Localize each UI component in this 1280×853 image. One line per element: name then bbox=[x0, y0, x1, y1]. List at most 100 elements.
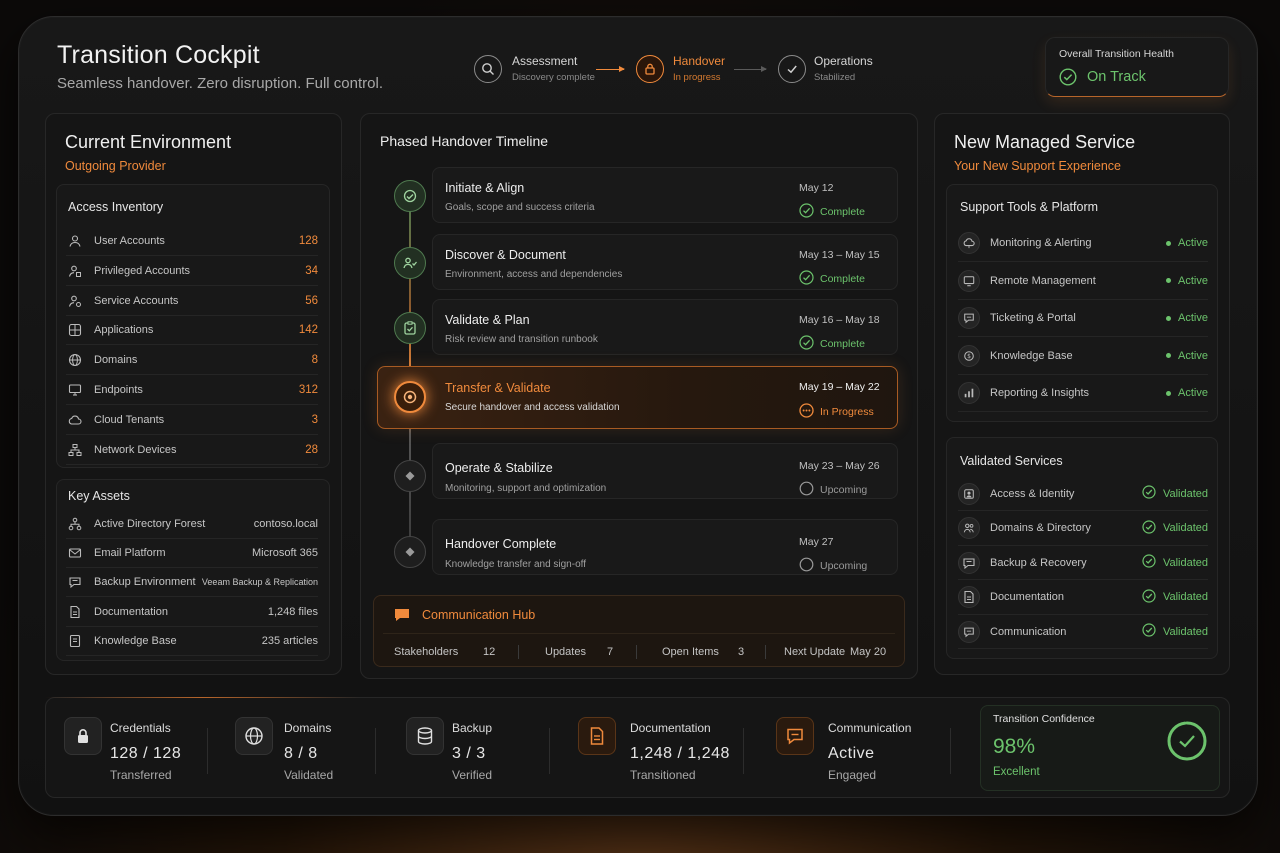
stepper-operations[interactable] bbox=[778, 55, 806, 83]
stat-icon-box bbox=[64, 717, 102, 755]
timeline-phase-card[interactable]: Handover Complete Knowledge transfer and … bbox=[432, 519, 898, 575]
check-circle-icon bbox=[1142, 554, 1156, 571]
status-badge: Active bbox=[1166, 237, 1208, 249]
inventory-label: Domains bbox=[94, 354, 138, 367]
hub-updates-value: 7 bbox=[607, 646, 614, 658]
inventory-row[interactable]: User Accounts 128 bbox=[66, 227, 318, 256]
lock-icon bbox=[645, 63, 655, 75]
validated-service-label: Domains & Directory bbox=[990, 522, 1091, 534]
progress-icon bbox=[799, 403, 814, 421]
timeline-phase-card[interactable]: Discover & Document Environment, access a… bbox=[432, 234, 898, 290]
support-tool-row[interactable]: Remote Management Active bbox=[958, 263, 1208, 300]
stat-value: 1,248 / 1,248 bbox=[630, 745, 730, 762]
asset-row[interactable]: Backup Environment Veeam Backup & Replica… bbox=[66, 568, 318, 598]
inventory-row[interactable]: Service Accounts 56 bbox=[66, 287, 318, 316]
asset-row[interactable]: Knowledge Base 235 articles bbox=[66, 627, 318, 656]
hub-sep bbox=[765, 645, 766, 659]
validated-service-row[interactable]: Domains & Directory Validated bbox=[958, 512, 1208, 546]
inventory-row[interactable]: Domains 8 bbox=[66, 346, 318, 376]
stat-label: Communication bbox=[828, 721, 912, 735]
key-assets-title: Key Assets bbox=[68, 489, 130, 503]
phase-status-text: Upcoming bbox=[820, 484, 868, 496]
stat-label: Domains bbox=[284, 721, 332, 735]
network-icon bbox=[66, 441, 84, 459]
stat-icon-box bbox=[406, 717, 444, 755]
phase-status: Upcoming bbox=[799, 557, 867, 575]
service-user-icon bbox=[66, 292, 84, 310]
bar-chart-icon bbox=[958, 382, 980, 405]
asset-row[interactable]: Documentation 1,248 files bbox=[66, 598, 318, 627]
timeline-phase-card[interactable]: Validate & Plan Risk review and transitio… bbox=[432, 299, 898, 355]
phase-status: Upcoming bbox=[799, 481, 867, 499]
diamond-icon bbox=[404, 546, 416, 558]
inventory-row[interactable]: Network Devices 28 bbox=[66, 436, 318, 465]
asset-label: Knowledge Base bbox=[94, 634, 177, 647]
status-text: Active bbox=[1178, 274, 1208, 287]
hub-divider bbox=[383, 633, 895, 634]
document-icon bbox=[958, 586, 980, 608]
status-badge: Active bbox=[1166, 350, 1208, 362]
inventory-row[interactable]: Cloud Tenants 3 bbox=[66, 406, 318, 435]
validated-service-row[interactable]: Backup & Recovery Validated bbox=[958, 546, 1208, 580]
asset-value: contoso.local bbox=[253, 518, 318, 530]
phase-status: Complete bbox=[799, 335, 865, 353]
inventory-row[interactable]: Applications 142 bbox=[66, 316, 318, 346]
phase-title: Initiate & Align bbox=[445, 181, 525, 195]
confidence-gauge bbox=[1167, 721, 1207, 761]
chat-bubble-icon bbox=[395, 609, 409, 621]
check-circle-icon bbox=[799, 335, 814, 353]
asset-value: 1,248 files bbox=[267, 605, 318, 618]
asset-row[interactable]: Active Directory Forest contoso.local bbox=[66, 510, 318, 539]
health-status: On Track bbox=[1087, 69, 1146, 85]
phase-title: Operate & Stabilize bbox=[445, 461, 553, 475]
validated-service-row[interactable]: Access & Identity Validated bbox=[958, 477, 1208, 511]
timeline-phase-card[interactable]: Initiate & Align Goals, scope and success… bbox=[432, 167, 898, 223]
health-card[interactable]: Overall Transition Health On Track bbox=[1045, 37, 1229, 97]
inventory-row[interactable]: Endpoints 312 bbox=[66, 376, 318, 405]
phase-title: Discover & Document bbox=[445, 248, 566, 262]
status-badge: Active bbox=[1166, 275, 1208, 287]
support-tools-title: Support Tools & Platform bbox=[960, 200, 1099, 214]
stats-accent-line bbox=[45, 697, 361, 698]
stat-sub: Transferred bbox=[110, 768, 172, 782]
asset-label: Documentation bbox=[94, 605, 168, 618]
inventory-row[interactable]: Privileged Accounts 34 bbox=[66, 257, 318, 286]
stats-separator bbox=[950, 728, 951, 774]
timeline-node bbox=[394, 312, 426, 344]
phase-status: Complete bbox=[799, 270, 865, 288]
privileged-user-icon bbox=[66, 262, 84, 280]
status-text: Active bbox=[1178, 237, 1208, 249]
support-tool-row[interactable]: Monitoring & Alerting Active bbox=[958, 225, 1208, 262]
status-text: Active bbox=[1178, 387, 1208, 400]
page-title: Transition Cockpit bbox=[57, 41, 260, 69]
stepper-assessment[interactable] bbox=[474, 55, 502, 83]
asset-row[interactable]: Email Platform Microsoft 365 bbox=[66, 539, 318, 569]
phase-date: May 27 bbox=[799, 536, 834, 548]
phase-description: Knowledge transfer and sign-off bbox=[445, 559, 587, 570]
stepper-handover[interactable] bbox=[636, 55, 664, 83]
phase-description: Secure handover and access validation bbox=[445, 402, 620, 413]
asset-label: Active Directory Forest bbox=[94, 518, 206, 530]
support-tool-row[interactable]: $ Knowledge Base Active bbox=[958, 338, 1208, 375]
current-environment-subtitle: Outgoing Provider bbox=[65, 159, 166, 173]
support-tool-row[interactable]: Ticketing & Portal Active bbox=[958, 300, 1208, 338]
timeline-phase-card[interactable]: Operate & Stabilize Monitoring, support a… bbox=[432, 443, 898, 499]
status-text: Validated bbox=[1162, 625, 1208, 638]
clipboard-icon bbox=[402, 320, 418, 336]
search-icon bbox=[482, 63, 494, 75]
validated-service-row[interactable]: Communication Validated bbox=[958, 615, 1208, 649]
status-dot bbox=[1166, 315, 1172, 321]
validated-service-row[interactable]: Documentation Validated bbox=[958, 581, 1208, 615]
timeline-phase-card[interactable]: Transfer & Validate Secure handover and a… bbox=[377, 366, 898, 429]
inventory-label: Service Accounts bbox=[94, 294, 179, 307]
phase-date: May 12 bbox=[799, 182, 834, 194]
identity-icon bbox=[958, 482, 980, 505]
inventory-label: Cloud Tenants bbox=[94, 413, 165, 426]
support-tool-row[interactable]: Reporting & Insights Active bbox=[958, 375, 1208, 413]
validated-service-label: Documentation bbox=[990, 591, 1064, 603]
asset-value: Microsoft 365 bbox=[251, 547, 318, 560]
user-icon bbox=[66, 232, 84, 250]
stat-label: Documentation bbox=[630, 721, 711, 735]
chat-icon bbox=[958, 620, 980, 643]
hub-next-label: Next Update bbox=[784, 646, 846, 658]
